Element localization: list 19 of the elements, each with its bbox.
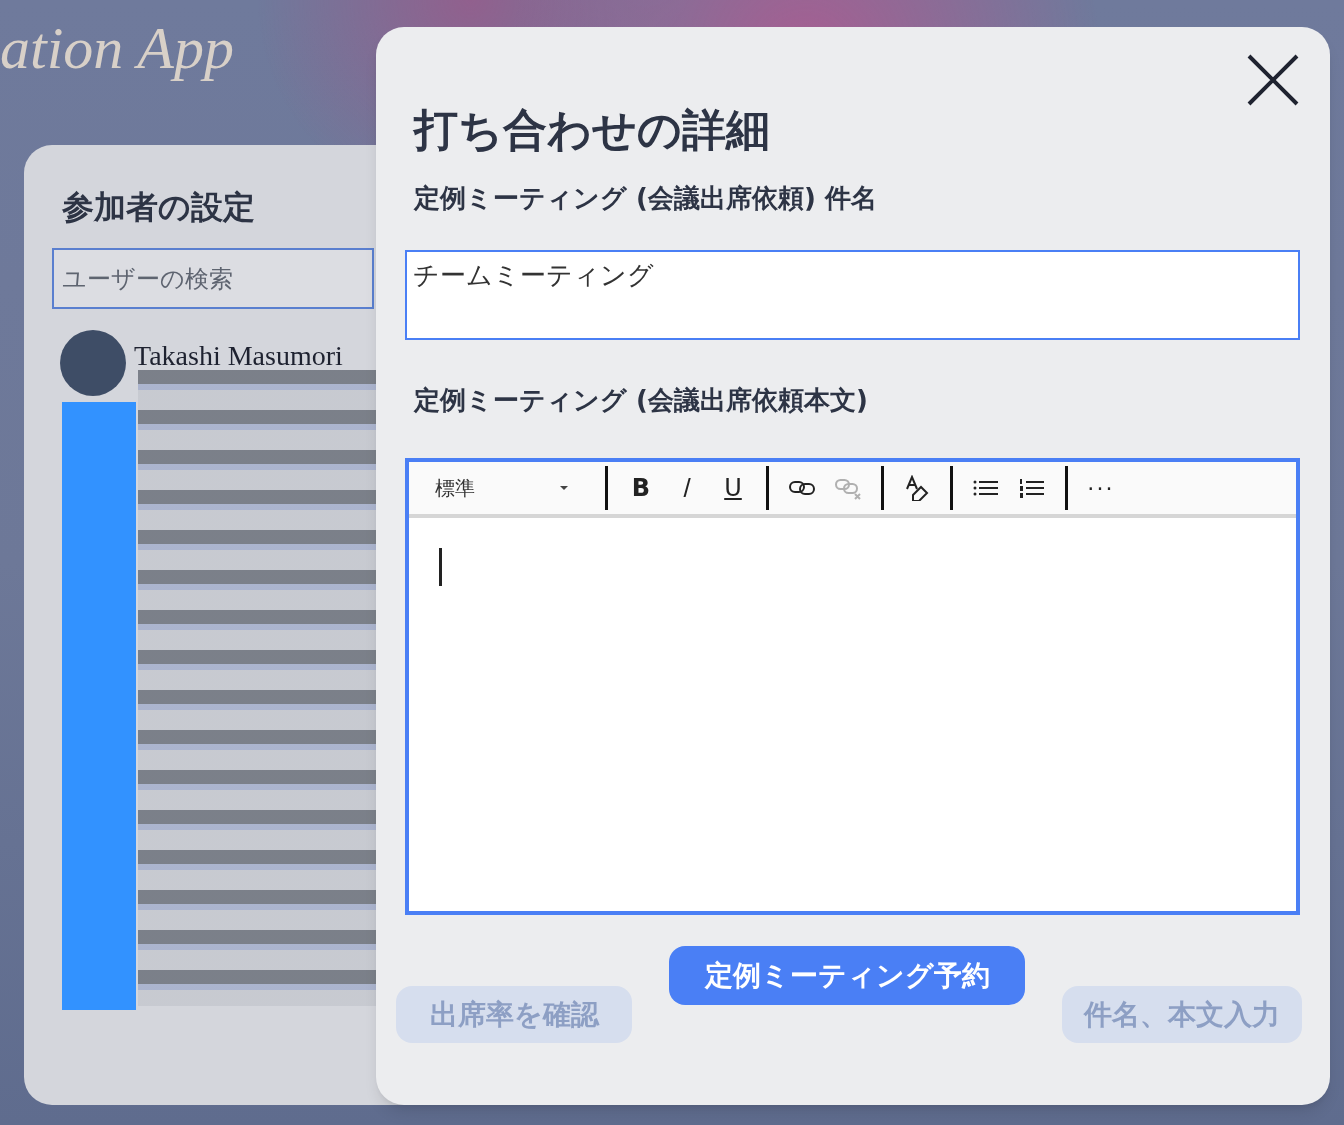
user-name: Takashi Masumori bbox=[134, 339, 343, 373]
caret-icon bbox=[559, 485, 569, 491]
search-field[interactable]: ユーザーの検索 bbox=[52, 248, 374, 309]
subject-field[interactable]: チームミーティング bbox=[405, 250, 1300, 340]
dialog-title: 打ち合わせの詳細 bbox=[414, 103, 771, 157]
field-label: 定例ミーティング (会議出席依頼本文) bbox=[414, 384, 869, 417]
field-label: 定例ミーティング (会議出席依頼) 件名 bbox=[414, 182, 878, 215]
close-button[interactable] bbox=[1246, 53, 1300, 107]
close-icon bbox=[1247, 54, 1299, 106]
underline-button[interactable]: U bbox=[710, 466, 756, 510]
italic-button[interactable]: / bbox=[664, 466, 710, 510]
eraser-letter-icon bbox=[903, 475, 931, 501]
style-dropdown[interactable]: 標準 bbox=[409, 466, 595, 510]
panel-title: 参加者の設定 bbox=[62, 187, 255, 228]
bold-button[interactable]: B bbox=[618, 466, 664, 510]
reserve-meeting-button[interactable]: 定例ミーティング予約 bbox=[669, 946, 1025, 1005]
more-button[interactable]: ··· bbox=[1078, 466, 1124, 510]
rich-text-editor[interactable]: 標準 B / U ··· bbox=[405, 458, 1300, 915]
text-cursor bbox=[439, 548, 442, 586]
